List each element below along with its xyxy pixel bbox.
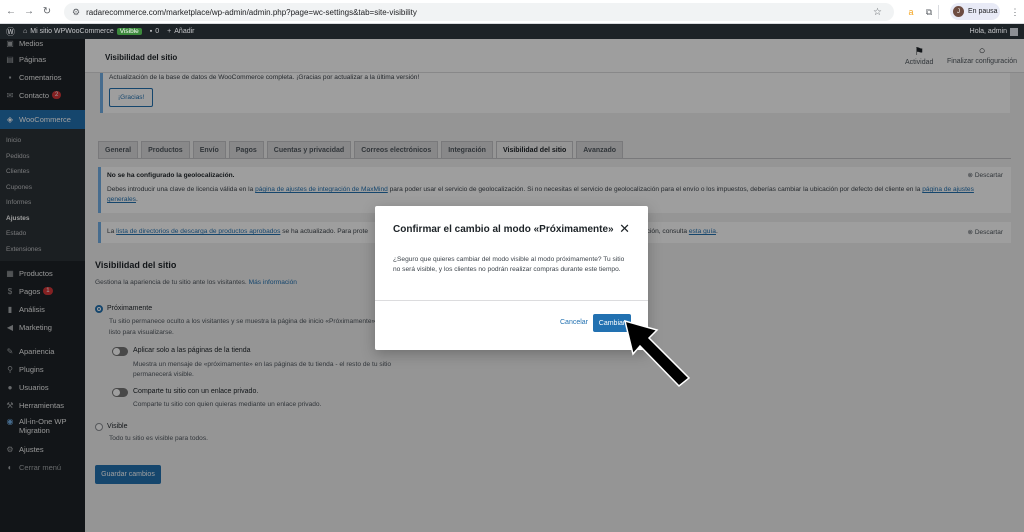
greeting: Hola, admin bbox=[969, 28, 1007, 35]
site-name: Mi sitio WPWooCommerce bbox=[30, 28, 114, 35]
confirm-dialog: Confirmar el cambio al modo «Próximament… bbox=[375, 206, 648, 350]
close-icon[interactable]: ✕ bbox=[619, 221, 630, 237]
add-new-label: Añadir bbox=[174, 28, 195, 35]
back-icon[interactable]: ← bbox=[4, 5, 18, 19]
dialog-title: Confirmar el cambio al modo «Próximament… bbox=[393, 224, 614, 235]
profile-button[interactable]: J En pausa bbox=[950, 3, 1000, 20]
amazon-extension-icon[interactable]: a bbox=[904, 5, 918, 19]
account-link[interactable]: Hola, admin bbox=[969, 27, 1018, 36]
visibility-badge[interactable]: Visible bbox=[116, 28, 142, 35]
extensions-puzzle-icon[interactable]: ⧉ bbox=[922, 5, 936, 19]
toolbar-divider bbox=[938, 5, 946, 19]
reload-icon[interactable]: ↻ bbox=[40, 5, 54, 19]
browser-menu-icon[interactable]: ⋮ bbox=[1008, 5, 1022, 19]
dialog-divider bbox=[375, 300, 648, 301]
address-bar[interactable]: ⚙ radarecommerce.com/marketplace/wp-admi… bbox=[64, 3, 894, 21]
profile-status: En pausa bbox=[968, 8, 998, 15]
comments-count: 0 bbox=[155, 28, 160, 35]
add-new-link[interactable]: + Añadir bbox=[167, 28, 194, 35]
cancel-button[interactable]: Cancelar bbox=[560, 319, 588, 326]
user-avatar-icon bbox=[1010, 27, 1018, 36]
site-info-icon[interactable]: ⚙ bbox=[72, 7, 80, 18]
site-name-link[interactable]: ⌂ Mi sitio WPWooCommerce Visible bbox=[23, 28, 142, 35]
bookmark-star-icon[interactable]: ☆ bbox=[873, 7, 882, 18]
comment-bubble-icon: ▪ bbox=[149, 28, 153, 35]
plus-icon: + bbox=[167, 28, 172, 35]
comments-link[interactable]: ▪ 0 bbox=[150, 28, 159, 35]
arrow-pointer-icon bbox=[623, 319, 691, 388]
avatar: J bbox=[953, 6, 964, 17]
forward-icon[interactable]: → bbox=[22, 5, 36, 19]
browser-toolbar: ← → ↻ ⚙ radarecommerce.com/marketplace/w… bbox=[0, 0, 1024, 24]
home-icon: ⌂ bbox=[23, 28, 28, 35]
wp-admin-bar: Ⓦ ⌂ Mi sitio WPWooCommerce Visible ▪ 0 +… bbox=[0, 24, 1024, 39]
url-text: radarecommerce.com/marketplace/wp-admin/… bbox=[86, 7, 417, 17]
dialog-body: ¿Seguro que quieres cambiar del modo vis… bbox=[393, 256, 625, 273]
